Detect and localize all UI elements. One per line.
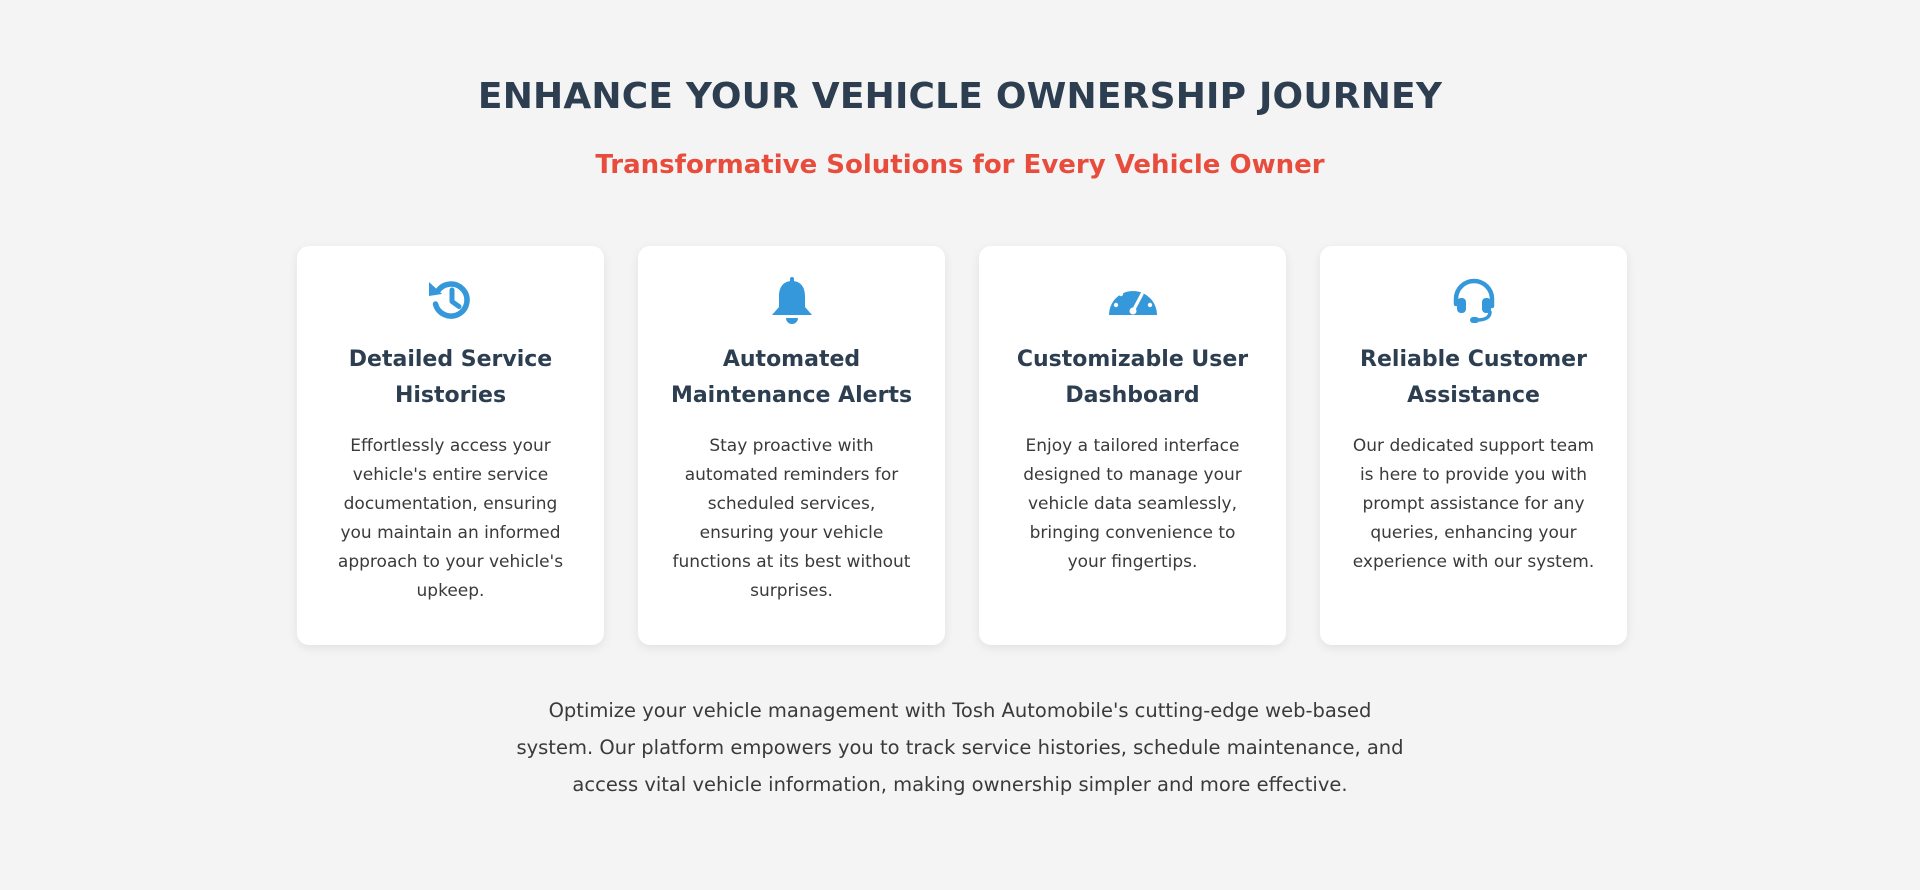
feature-description: Enjoy a tailored interface designed to m…	[1023, 436, 1242, 572]
feature-title: Detailed Service Histories	[348, 347, 553, 408]
page: ENHANCE YOUR VEHICLE OWNERSHIP JOURNEY T…	[0, 0, 1920, 890]
feature-cards: Detailed Service Histories Effortlessly …	[297, 246, 1627, 645]
feature-description: Stay proactive with automated reminders …	[672, 436, 911, 601]
history-icon	[425, 274, 477, 326]
page-subtitle: Transformative Solutions for Every Vehic…	[595, 150, 1325, 180]
feature-title: Automated Maintenance Alerts	[670, 347, 913, 408]
feature-card-customer-assistance: Reliable Customer Assistance Our dedicat…	[1320, 246, 1627, 645]
bell-icon	[766, 274, 818, 326]
feature-card-maintenance-alerts: Automated Maintenance Alerts Stay proact…	[638, 246, 945, 645]
feature-description: Effortlessly access your vehicle's entir…	[337, 436, 564, 601]
feature-card-user-dashboard: Customizable User Dashboard Enjoy a tail…	[979, 246, 1286, 645]
intro-paragraph: Optimize your vehicle management with To…	[516, 699, 1404, 796]
feature-title: Customizable User Dashboard	[1016, 347, 1249, 408]
feature-card-service-histories: Detailed Service Histories Effortlessly …	[297, 246, 604, 645]
feature-title: Reliable Customer Assistance	[1360, 347, 1587, 408]
page-title: ENHANCE YOUR VEHICLE OWNERSHIP JOURNEY	[477, 76, 1443, 117]
speedometer-icon	[1107, 274, 1159, 326]
headset-icon	[1448, 274, 1500, 326]
feature-description: Our dedicated support team is here to pr…	[1352, 436, 1595, 572]
